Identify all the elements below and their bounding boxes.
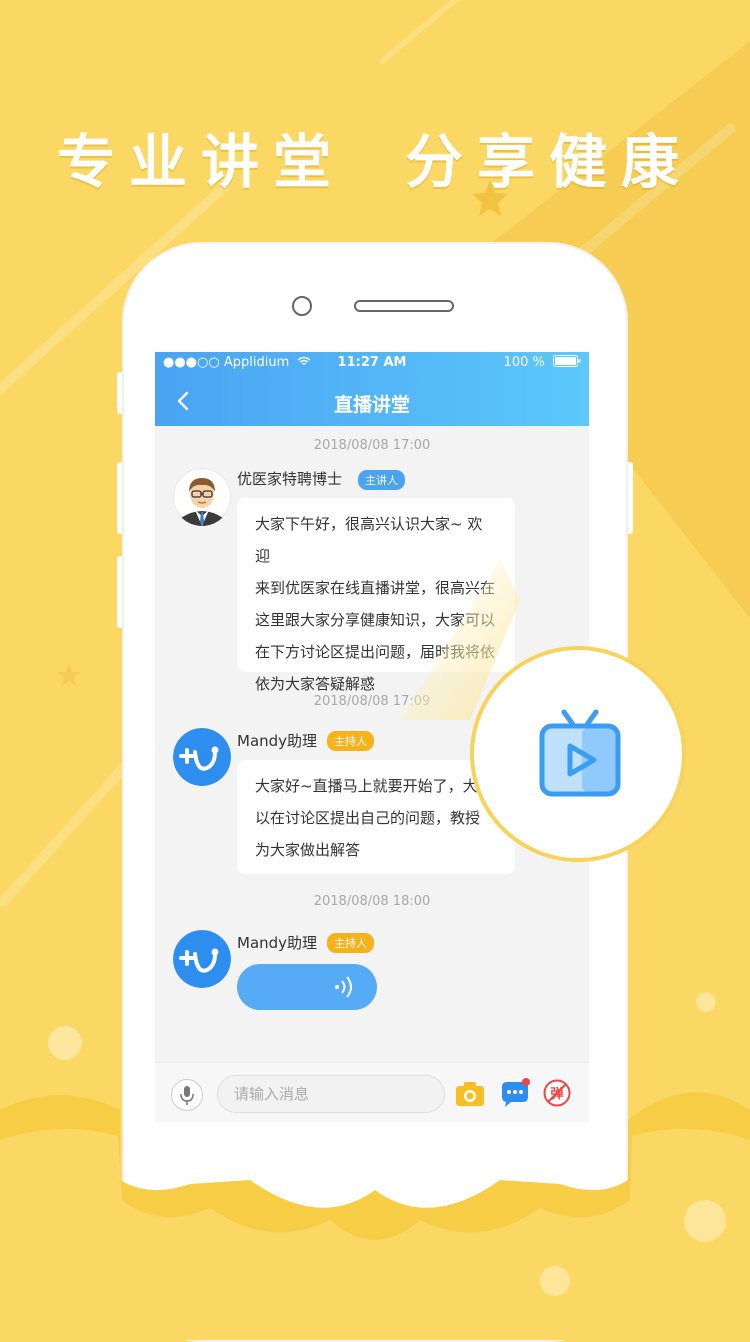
background-stripe xyxy=(378,0,536,66)
nav-bar: ●●●○○ Applidium 11:27 AM 100 % 直播讲堂 xyxy=(155,352,589,426)
live-tv-badge[interactable] xyxy=(470,646,686,862)
headline-right: 分享健康 xyxy=(405,128,694,196)
decorative-dot xyxy=(696,992,716,1012)
avatar-assistant-logo[interactable] xyxy=(173,728,231,786)
voice-wave-icon xyxy=(335,976,352,998)
message-line: 大家好~直播马上就要开始了，大 xyxy=(255,777,478,795)
role-badge: 主持人 xyxy=(327,731,374,751)
message-timestamp: 2018/08/08 18:00 xyxy=(313,894,431,909)
role-badge: 主持人 xyxy=(327,933,374,953)
status-bar: ●●●○○ Applidium 11:27 AM 100 % xyxy=(155,352,589,374)
battery-icon xyxy=(553,355,581,367)
avatar-assistant-logo[interactable] xyxy=(173,930,231,988)
decorative-dot xyxy=(540,1266,570,1296)
page-title: 直播讲堂 xyxy=(333,394,410,416)
voice-message-bubble[interactable] xyxy=(237,964,377,1010)
battery-label: 100 % xyxy=(503,355,545,370)
headline-left: 专业讲堂 xyxy=(56,128,345,196)
phone-speaker xyxy=(354,300,454,312)
star-icon xyxy=(57,663,81,687)
message-line: 为大家做出解答 xyxy=(255,841,361,859)
phone-camera xyxy=(292,296,312,316)
decorative-dot xyxy=(684,1200,726,1242)
sender-name: Mandy助理 xyxy=(237,934,318,952)
cloud-footer xyxy=(0,1092,750,1340)
sender-name: Mandy助理 xyxy=(237,732,318,750)
headline: 专业讲堂 分享健康 xyxy=(0,115,750,199)
message-timestamp: 2018/08/08 17:00 xyxy=(313,438,431,453)
battery-group: 100 % xyxy=(504,355,581,370)
tv-live-icon xyxy=(539,709,621,797)
sender-name: 优医家特聘博士 xyxy=(237,470,343,488)
role-badge: 主讲人 xyxy=(358,470,405,490)
avatar-doctor[interactable] xyxy=(173,468,231,526)
message-line: 以在讨论区提出自己的问题，教授 xyxy=(255,809,481,827)
decorative-dot xyxy=(48,1026,82,1060)
